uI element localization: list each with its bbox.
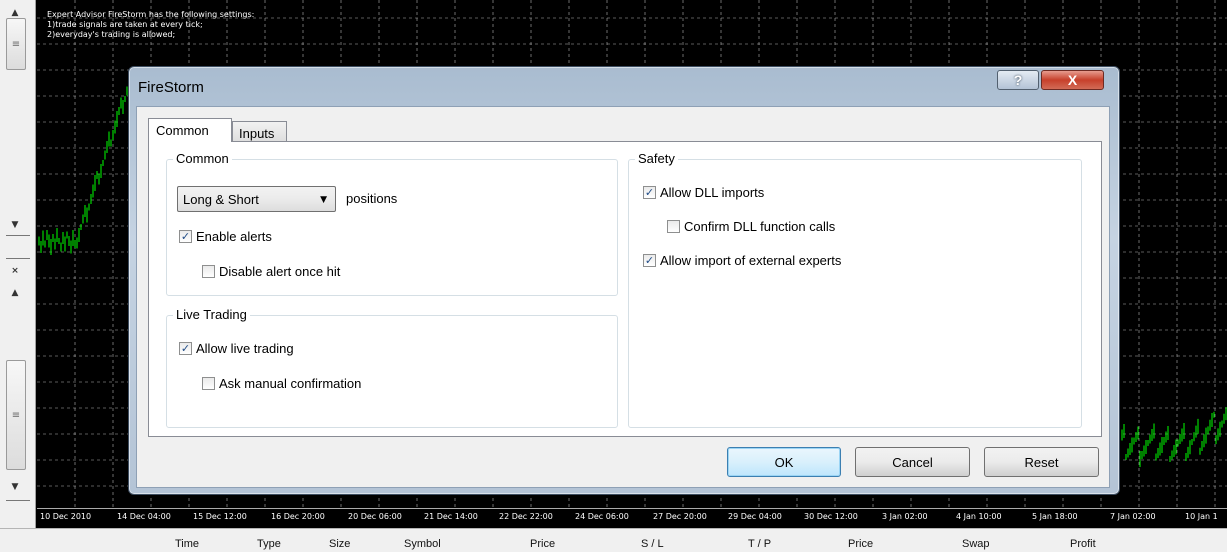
time-axis-label: 21 Dec 14:00: [424, 512, 478, 521]
time-axis-label: 24 Dec 06:00: [575, 512, 629, 521]
checkbox-label: Allow live trading: [196, 341, 294, 356]
group-title-live-trading: Live Trading: [173, 307, 250, 322]
allow-external-experts-checkbox[interactable]: ✓ Allow import of external experts: [643, 253, 841, 268]
scroll-thumb-grip-icon: ≡: [11, 38, 21, 50]
column-header-profit[interactable]: Profit: [1070, 538, 1096, 550]
dialog-title: FireStorm: [138, 79, 204, 96]
confirm-dll-calls-checkbox[interactable]: Confirm DLL function calls: [667, 219, 835, 234]
column-header-swap[interactable]: Swap: [962, 538, 990, 550]
column-header-close-price[interactable]: Price: [848, 538, 873, 550]
time-axis-label: 15 Dec 12:00: [193, 512, 247, 521]
scroll-down-icon[interactable]: ▼: [6, 478, 24, 496]
time-axis-label: 20 Dec 06:00: [348, 512, 402, 521]
safety-group: Safety ✓ Allow DLL imports Confirm DLL f…: [628, 151, 1082, 428]
disable-alert-once-hit-checkbox[interactable]: Disable alert once hit: [202, 264, 340, 279]
divider: [6, 235, 30, 236]
checkbox-label: Disable alert once hit: [219, 264, 341, 279]
time-axis-label: 5 Jan 18:00: [1032, 512, 1078, 521]
firestorm-dialog: FireStorm ? X Common Inputs Common Long …: [128, 66, 1120, 495]
tab-common[interactable]: Common: [148, 118, 232, 142]
chevron-down-icon: ▼: [320, 195, 327, 205]
tab-panel-common: Common Long & Short ▼ positions ✓ Enable…: [148, 141, 1102, 437]
expert-advisor-info: Expert Advisor FireStorm has the followi…: [47, 10, 254, 40]
dialog-body: Common Inputs Common Long & Short ▼ posi…: [136, 106, 1110, 488]
help-icon: ?: [1013, 72, 1023, 88]
column-header-tp[interactable]: T / P: [748, 538, 771, 550]
scroll-up-icon[interactable]: ▲: [6, 284, 24, 302]
time-axis-label: 7 Jan 02:00: [1110, 512, 1156, 521]
time-axis-label: 10 Dec 2010: [40, 512, 92, 521]
column-header-sl[interactable]: S / L: [641, 538, 664, 550]
time-axis-label: 10 Jan 1: [1185, 512, 1218, 521]
time-axis-label: 3 Jan 02:00: [882, 512, 928, 521]
close-icon: X: [1067, 72, 1078, 88]
cancel-button[interactable]: Cancel: [855, 447, 970, 477]
column-header-size[interactable]: Size: [329, 538, 350, 550]
time-axis-label: 30 Dec 12:00: [804, 512, 858, 521]
checkbox-label: Confirm DLL function calls: [684, 219, 836, 234]
scroll-thumb[interactable]: ≡: [6, 360, 26, 470]
allow-live-trading-checkbox[interactable]: ✓ Allow live trading: [179, 341, 294, 356]
time-axis: 10 Dec 2010 14 Dec 04:00 15 Dec 12:00 16…: [37, 508, 1227, 528]
expert-info-line: Expert Advisor FireStorm has the followi…: [47, 10, 255, 19]
check-icon: ✓: [643, 186, 656, 199]
allow-dll-imports-checkbox[interactable]: ✓ Allow DLL imports: [643, 185, 764, 200]
empty-checkbox-icon: [202, 265, 215, 278]
divider: [6, 500, 30, 501]
ok-button[interactable]: OK: [727, 447, 841, 477]
positions-label: positions: [346, 191, 398, 206]
time-axis-label: 4 Jan 10:00: [956, 512, 1002, 521]
divider: [6, 258, 30, 259]
column-header-time[interactable]: Time: [175, 538, 199, 550]
positions-select[interactable]: Long & Short ▼: [177, 186, 336, 212]
close-icon[interactable]: ×: [6, 262, 24, 280]
common-group: Common Long & Short ▼ positions ✓ Enable…: [166, 151, 618, 296]
empty-checkbox-icon: [202, 377, 215, 390]
close-button[interactable]: X: [1041, 70, 1104, 90]
live-trading-group: Live Trading ✓ Allow live trading Ask ma…: [166, 307, 618, 428]
help-button[interactable]: ?: [997, 70, 1039, 90]
column-header-symbol[interactable]: Symbol: [404, 538, 441, 550]
left-scroll-panel: ▲ ≡ ▼ × ▲ ≡ ▼: [0, 0, 36, 552]
checkbox-label: Allow import of external experts: [660, 253, 842, 268]
scroll-down-icon[interactable]: ▼: [6, 216, 24, 234]
check-icon: ✓: [179, 230, 192, 243]
time-axis-label: 27 Dec 20:00: [653, 512, 707, 521]
ask-manual-confirmation-checkbox[interactable]: Ask manual confirmation: [202, 376, 361, 391]
reset-button[interactable]: Reset: [984, 447, 1099, 477]
positions-select-value: Long & Short: [183, 192, 259, 207]
checkbox-label: Enable alerts: [196, 229, 272, 244]
tab-inputs[interactable]: Inputs: [232, 121, 287, 142]
expert-info-line: 1)trade signals are taken at every tick;: [47, 20, 203, 29]
checkbox-label: Ask manual confirmation: [219, 376, 362, 391]
empty-checkbox-icon: [667, 220, 680, 233]
time-axis-label: 22 Dec 22:00: [499, 512, 553, 521]
check-icon: ✓: [643, 254, 656, 267]
column-header-price[interactable]: Price: [530, 538, 555, 550]
group-title-safety: Safety: [635, 151, 678, 166]
scroll-thumb[interactable]: ≡: [6, 18, 26, 70]
time-axis-label: 29 Dec 04:00: [728, 512, 782, 521]
column-header-type[interactable]: Type: [257, 538, 281, 550]
terminal-column-header: Time Type Size Symbol Price S / L T / P …: [0, 528, 1227, 552]
check-icon: ✓: [179, 342, 192, 355]
group-title-common: Common: [173, 151, 232, 166]
scroll-thumb-grip-icon: ≡: [11, 409, 21, 421]
enable-alerts-checkbox[interactable]: ✓ Enable alerts: [179, 229, 272, 244]
checkbox-label: Allow DLL imports: [660, 185, 765, 200]
time-axis-label: 14 Dec 04:00: [117, 512, 171, 521]
time-axis-label: 16 Dec 20:00: [271, 512, 325, 521]
expert-info-line: 2)everyday's trading is allowed;: [47, 30, 176, 39]
